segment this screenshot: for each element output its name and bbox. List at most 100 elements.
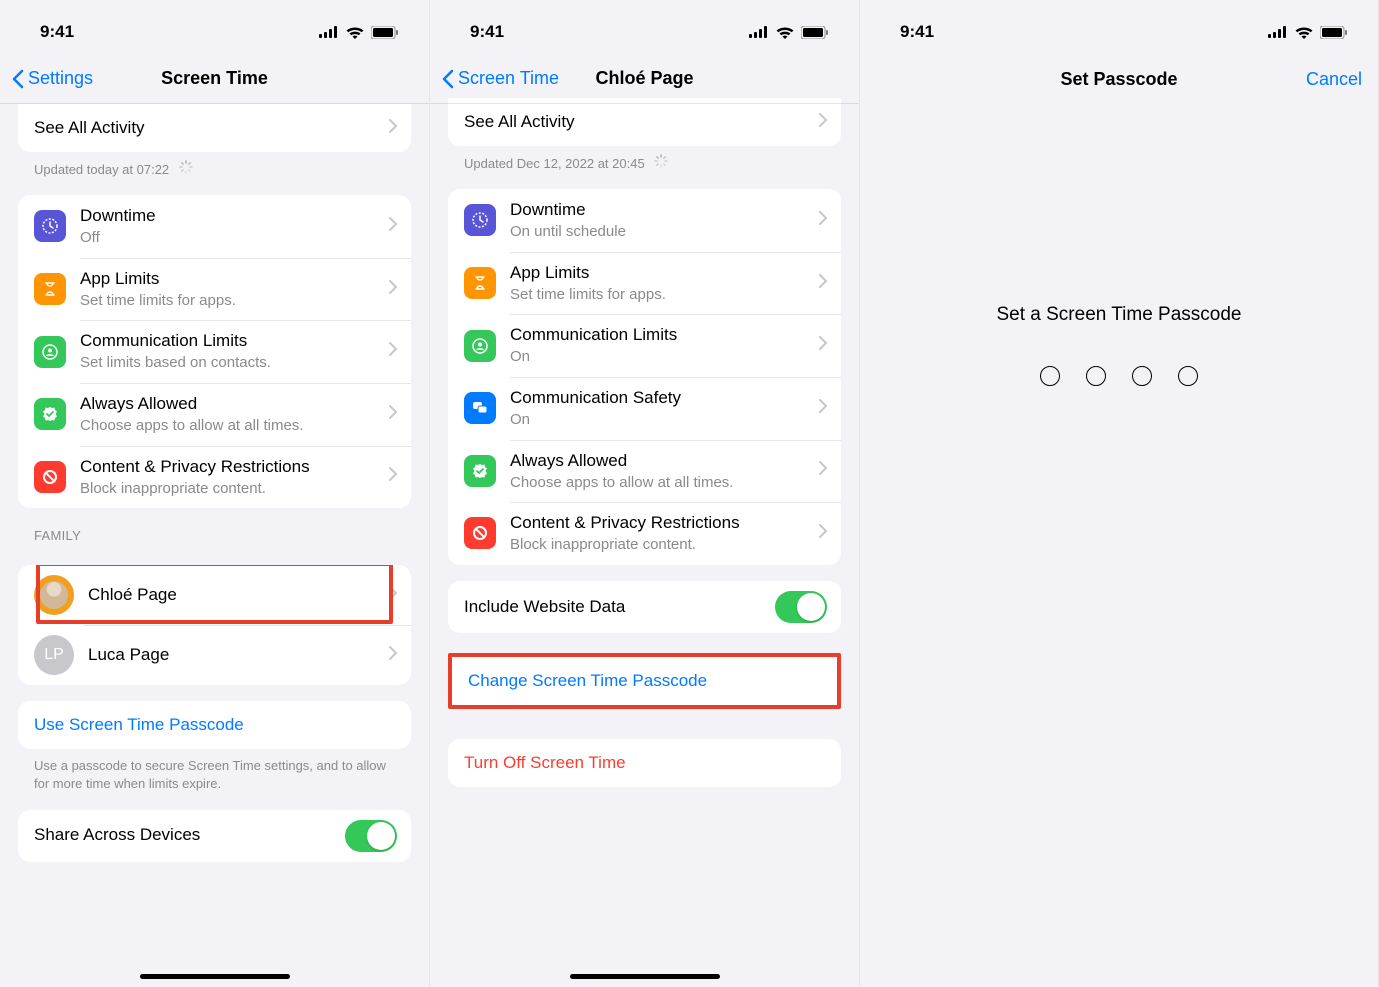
home-indicator[interactable] bbox=[570, 974, 720, 979]
back-label: Screen Time bbox=[458, 68, 559, 89]
use-screen-time-passcode[interactable]: Use Screen Time Passcode bbox=[18, 701, 411, 749]
cancel-button[interactable]: Cancel bbox=[1306, 69, 1362, 90]
chevron-left-icon bbox=[12, 69, 24, 89]
row-sub: On bbox=[510, 410, 813, 430]
chevron-right-icon bbox=[389, 467, 397, 486]
updated-text: Updated today at 07:22 bbox=[34, 162, 169, 177]
chevron-right-icon bbox=[819, 336, 827, 355]
row-title: Always Allowed bbox=[510, 450, 813, 472]
back-button[interactable]: Settings bbox=[12, 68, 93, 89]
family-member-luca[interactable]: LP Luca Page bbox=[18, 625, 411, 685]
family-member-chloe[interactable]: Chloé Page bbox=[18, 565, 411, 625]
wifi-icon bbox=[1295, 26, 1313, 39]
family-header: FAMILY bbox=[0, 508, 429, 549]
no-symbol-icon bbox=[464, 517, 496, 549]
turn-off-group: Turn Off Screen Time bbox=[448, 739, 841, 787]
row-sub: Off bbox=[80, 228, 383, 248]
chevron-right-icon bbox=[819, 113, 827, 132]
cellular-icon bbox=[1268, 26, 1288, 38]
communication-limits-row[interactable]: Communication LimitsOn bbox=[448, 314, 841, 377]
status-indicators bbox=[1268, 26, 1348, 39]
limits-group: DowntimeOff App LimitsSet time limits fo… bbox=[18, 195, 411, 508]
chevron-right-icon bbox=[389, 280, 397, 299]
chevron-right-icon bbox=[389, 342, 397, 361]
see-all-activity-row[interactable]: See All Activity bbox=[18, 104, 411, 152]
toggle-switch[interactable] bbox=[345, 820, 397, 852]
always-allowed-row[interactable]: Always AllowedChoose apps to allow at al… bbox=[448, 440, 841, 503]
app-limits-row[interactable]: App LimitsSet time limits for apps. bbox=[18, 258, 411, 321]
row-title: Downtime bbox=[80, 205, 383, 227]
app-limits-row[interactable]: App LimitsSet time limits for apps. bbox=[448, 252, 841, 315]
status-bar: 9:41 bbox=[430, 0, 859, 54]
change-screen-time-passcode[interactable]: Change Screen Time Passcode bbox=[452, 657, 837, 705]
downtime-row[interactable]: DowntimeOff bbox=[18, 195, 411, 258]
family-name: Luca Page bbox=[88, 644, 383, 666]
home-indicator[interactable] bbox=[140, 974, 290, 979]
downtime-icon bbox=[464, 204, 496, 236]
spinner-icon bbox=[654, 154, 668, 173]
chevron-right-icon bbox=[819, 399, 827, 418]
battery-icon bbox=[1320, 26, 1348, 39]
communication-limits-row[interactable]: Communication LimitsSet limits based on … bbox=[18, 320, 411, 383]
wifi-icon bbox=[776, 26, 794, 39]
chevron-right-icon bbox=[819, 524, 827, 543]
website-data-group: Include Website Data bbox=[448, 581, 841, 633]
wifi-icon bbox=[346, 26, 364, 39]
include-website-data-row[interactable]: Include Website Data bbox=[448, 581, 841, 633]
content: See All Activity Updated today at 07:22 … bbox=[0, 104, 429, 902]
nav-bar: Settings Screen Time bbox=[0, 54, 429, 104]
avatar: LP bbox=[34, 635, 74, 675]
chevron-right-icon bbox=[389, 405, 397, 424]
downtime-row[interactable]: DowntimeOn until schedule bbox=[448, 189, 841, 252]
communication-safety-row[interactable]: Communication SafetyOn bbox=[448, 377, 841, 440]
spinner-icon bbox=[179, 160, 193, 179]
row-sub: Block inappropriate content. bbox=[510, 535, 813, 555]
chevron-right-icon bbox=[819, 211, 827, 230]
status-bar: 9:41 bbox=[0, 0, 429, 54]
limits-group: DowntimeOn until schedule App LimitsSet … bbox=[448, 189, 841, 565]
row-sub: On until schedule bbox=[510, 222, 813, 242]
back-label: Settings bbox=[28, 68, 93, 89]
family-name: Chloé Page bbox=[88, 584, 383, 606]
share-across-devices-row[interactable]: Share Across Devices bbox=[18, 810, 411, 862]
nav-bar: Set Passcode Cancel bbox=[860, 54, 1378, 104]
see-all-activity-label: See All Activity bbox=[464, 111, 813, 133]
passcode-dot bbox=[1086, 366, 1106, 386]
see-all-activity-row[interactable]: See All Activity bbox=[448, 98, 841, 146]
hourglass-icon bbox=[34, 273, 66, 305]
chevron-right-icon bbox=[389, 119, 397, 138]
checkmark-seal-icon bbox=[34, 398, 66, 430]
toggle-switch[interactable] bbox=[775, 591, 827, 623]
updated-footer: Updated today at 07:22 bbox=[0, 152, 429, 179]
passcode-dots bbox=[860, 366, 1378, 386]
person-icon bbox=[464, 330, 496, 362]
row-title: Use Screen Time Passcode bbox=[34, 714, 397, 736]
always-allowed-row[interactable]: Always AllowedChoose apps to allow at al… bbox=[18, 383, 411, 446]
content-privacy-row[interactable]: Content & Privacy RestrictionsBlock inap… bbox=[18, 446, 411, 509]
status-time: 9:41 bbox=[40, 22, 74, 42]
chevron-right-icon bbox=[819, 461, 827, 480]
row-title: App Limits bbox=[80, 268, 383, 290]
cellular-icon bbox=[319, 26, 339, 38]
back-button[interactable]: Screen Time bbox=[442, 68, 559, 89]
row-title: Content & Privacy Restrictions bbox=[80, 456, 383, 478]
status-indicators bbox=[319, 26, 399, 39]
row-title: Change Screen Time Passcode bbox=[468, 670, 823, 692]
passcode-prompt: Set a Screen Time Passcode bbox=[860, 304, 1378, 326]
passcode-dot bbox=[1132, 366, 1152, 386]
row-title: Include Website Data bbox=[464, 596, 775, 618]
screen-time-main: 9:41 Settings Screen Time See All Activi… bbox=[0, 0, 430, 987]
turn-off-screen-time[interactable]: Turn Off Screen Time bbox=[448, 739, 841, 787]
person-icon bbox=[34, 336, 66, 368]
chevron-left-icon bbox=[442, 69, 454, 89]
see-all-activity-label: See All Activity bbox=[34, 117, 383, 139]
row-title: Downtime bbox=[510, 199, 813, 221]
content-privacy-row[interactable]: Content & Privacy RestrictionsBlock inap… bbox=[448, 502, 841, 565]
activity-group: See All Activity bbox=[18, 104, 411, 152]
screen-time-child: 9:41 Screen Time Chloé Page See All Acti… bbox=[430, 0, 860, 987]
row-sub: Set limits based on contacts. bbox=[80, 353, 383, 373]
chevron-right-icon bbox=[819, 274, 827, 293]
chevron-right-icon bbox=[389, 646, 397, 665]
activity-group: See All Activity bbox=[448, 98, 841, 146]
checkmark-seal-icon bbox=[464, 455, 496, 487]
